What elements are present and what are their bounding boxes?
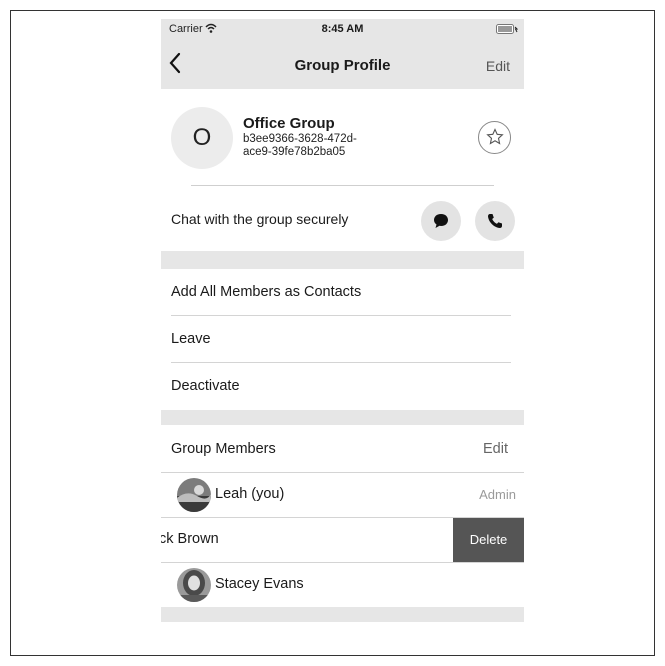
avatar [177,478,211,512]
secure-chat-row: Chat with the group securely [161,189,524,251]
secure-chat-label: Chat with the group securely [171,211,349,227]
call-group-button[interactable] [475,201,515,241]
group-profile-header: O Office Group b3ee9366-3628-472d-ace9-3… [161,89,524,185]
add-all-members-button[interactable]: Add All Members as Contacts [161,269,524,316]
delete-member-button[interactable]: Delete [453,518,524,562]
leave-button[interactable]: Leave [161,316,524,363]
message-group-button[interactable] [421,201,461,241]
status-bar: Carrier 8:45 AM [161,19,524,39]
edit-button[interactable]: Edit [486,58,510,74]
group-members-title: Group Members [171,441,276,457]
chat-bubble-icon [434,214,448,228]
member-name: Leah (you) [215,486,285,502]
page-title: Group Profile [294,57,391,74]
leave-label: Leave [171,331,211,347]
navigation-bar: Group Profile Edit [161,39,524,89]
avatar [177,568,211,602]
admin-badge: Admin [479,487,516,502]
member-row-stacey[interactable]: Stacey Evans [161,563,524,607]
battery-icon [496,24,518,34]
group-id: b3ee9366-3628-472d-ace9-39fe78b2ba05 [243,133,357,158]
group-avatar: O [171,107,233,169]
group-members-header: Group Members Edit [161,425,524,472]
phone-screen: Carrier 8:45 AM Group Profile Edit O Off… [161,19,524,622]
member-name: Stacey Evans [215,576,304,592]
status-time: 8:45 AM [321,23,364,35]
favorite-button[interactable] [478,121,511,154]
deactivate-label: Deactivate [171,378,240,394]
star-icon [486,128,504,145]
section-spacer [161,607,524,622]
add-all-members-label: Add All Members as Contacts [171,284,362,300]
edit-members-button[interactable]: Edit [483,441,508,457]
section-spacer [161,251,524,269]
phone-icon [488,214,502,228]
profile-divider [191,185,494,186]
member-name: ıck Brown [161,531,219,547]
member-row-brown[interactable]: ıck Brown Delete [161,518,524,562]
member-row-leah[interactable]: Leah (you) Admin [161,473,524,517]
section-spacer [161,410,524,425]
deactivate-button[interactable]: Deactivate [161,363,524,410]
group-name: Office Group [243,115,335,132]
